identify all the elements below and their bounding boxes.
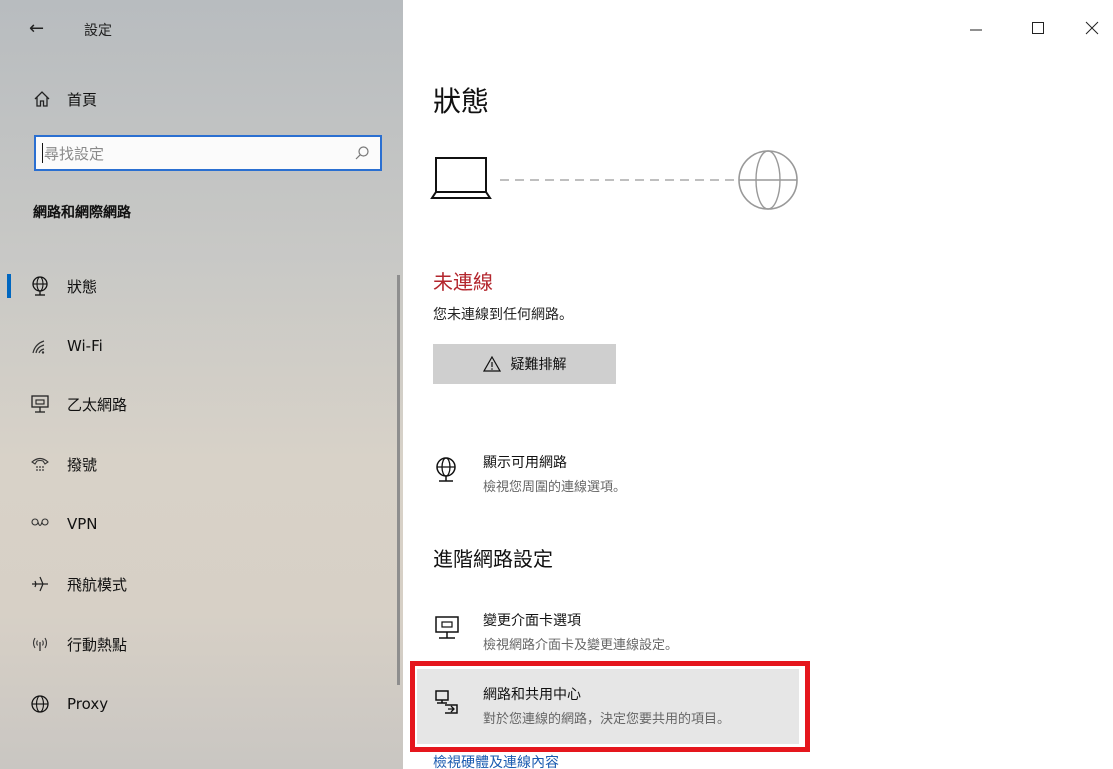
network-adapter-icon [435,616,459,639]
sidebar-item-status[interactable]: 狀態 [0,266,400,306]
connection-status-description: 您未連線到任何網路。 [433,307,573,323]
sidebar-item-label: 撥號 [67,455,98,474]
home-icon [34,91,50,107]
sidebar-item-label: 乙太網路 [67,395,128,414]
sidebar-item-vpn[interactable]: VPN [0,504,400,544]
search-icon[interactable] [354,145,370,161]
sidebar-item-dialup[interactable]: 撥號 [0,444,400,484]
sidebar-item-wifi[interactable]: Wi-Fi [0,326,400,366]
view-hardware-connection-properties-link[interactable]: 檢視硬體及連線內容 [433,752,559,769]
change-adapter-options[interactable]: 變更介面卡選項 檢視網路介面卡及變更連線設定。 [433,610,853,660]
selected-indicator [7,274,11,298]
ethernet-icon [30,394,50,414]
airplane-icon [30,574,50,594]
search-placeholder: 尋找設定 [44,144,105,163]
sidebar-item-label: 行動熱點 [67,635,128,654]
search-input[interactable]: 尋找設定 [34,135,382,171]
hotspot-icon [30,634,50,654]
sidebar-item-label: Wi-Fi [67,337,103,355]
sidebar-item-label: VPN [67,515,98,533]
vpn-icon [30,514,50,534]
change-adapter-subtitle: 檢視網路介面卡及變更連線設定。 [483,638,679,653]
page-title: 狀態 [433,85,490,118]
show-networks-subtitle: 檢視您周圍的連線選項。 [483,480,627,495]
back-arrow-icon[interactable]: ← [29,18,44,39]
wifi-icon [30,336,50,356]
connection-diagram [430,150,798,210]
globe-network-icon [30,276,50,296]
show-networks-title: 顯示可用網路 [483,455,567,471]
sidebar-item-label: 狀態 [67,277,98,296]
sidebar-item-hotspot[interactable]: 行動熱點 [0,624,400,664]
troubleshoot-label: 疑難排解 [510,357,567,373]
troubleshoot-button[interactable]: 疑難排解 [433,344,616,384]
main-content: 狀態 未連線 您未連線到任何網路。 疑難排解 顯示可用網路 檢視您周圍的連線選項… [403,0,1113,769]
text-caret [42,143,43,163]
sidebar: ← 設定 首頁 尋找設定 網路和網際網路 狀態 Wi-Fi 乙太網路 撥號 VP… [0,0,403,769]
sidebar-item-airplane[interactable]: 飛航模式 [0,564,400,604]
settings-window: ← 設定 首頁 尋找設定 網路和網際網路 狀態 Wi-Fi 乙太網路 撥號 VP… [0,0,1113,769]
sidebar-item-proxy[interactable]: Proxy [0,684,400,724]
sidebar-item-label: Proxy [67,695,109,713]
sidebar-home[interactable]: 首頁 [33,86,97,112]
change-adapter-title: 變更介面卡選項 [483,613,581,629]
highlight-frame [410,661,810,752]
proxy-globe-icon [30,694,50,714]
network-globe-icon [436,457,456,482]
advanced-settings-title: 進階網路設定 [433,547,553,571]
show-available-networks[interactable]: 顯示可用網路 檢視您周圍的連線選項。 [433,452,853,502]
laptop-icon [430,157,492,199]
home-label: 首頁 [67,90,98,109]
connection-status-title: 未連線 [433,270,493,294]
sidebar-item-label: 飛航模式 [67,575,128,594]
sidebar-item-ethernet[interactable]: 乙太網路 [0,384,400,424]
dialup-phone-icon [30,454,50,474]
section-title: 網路和網際網路 [33,205,131,221]
app-title: 設定 [84,23,112,39]
warning-icon [482,356,501,372]
globe-icon [738,150,798,210]
sidebar-scrollbar[interactable] [397,275,400,685]
